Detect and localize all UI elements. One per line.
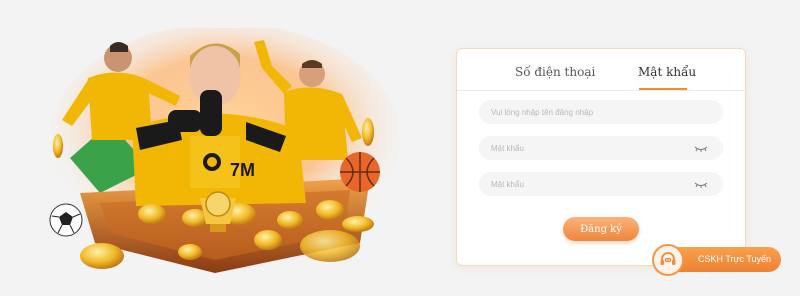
register-button[interactable]: Đăng ký: [563, 217, 639, 241]
confirm-password-input[interactable]: [479, 172, 723, 196]
tab-phone-number[interactable]: Số điện thoại: [515, 65, 595, 79]
login-card: Số điện thoại Mật khẩu Đăng ký: [456, 48, 746, 266]
basketball-icon: [340, 152, 380, 192]
toggle-confirm-password-visibility-icon[interactable]: [694, 181, 708, 189]
customer-support-button[interactable]: CSKH Trực Tuyến: [652, 244, 781, 276]
username-input[interactable]: [479, 100, 723, 124]
soccer-ball-icon: [49, 203, 83, 237]
login-tabs: Số điện thoại Mật khẩu: [457, 49, 745, 91]
headset-chat-icon: [652, 244, 684, 276]
support-label: CSKH Trực Tuyến: [698, 254, 772, 264]
toggle-password-visibility-icon[interactable]: [694, 145, 708, 153]
jersey-text: 7M: [230, 160, 255, 180]
promo-banner: 7M: [40, 28, 410, 290]
active-tab-indicator: [639, 88, 687, 90]
password-input[interactable]: [479, 136, 723, 160]
tab-password[interactable]: Mật khẩu: [638, 65, 696, 79]
